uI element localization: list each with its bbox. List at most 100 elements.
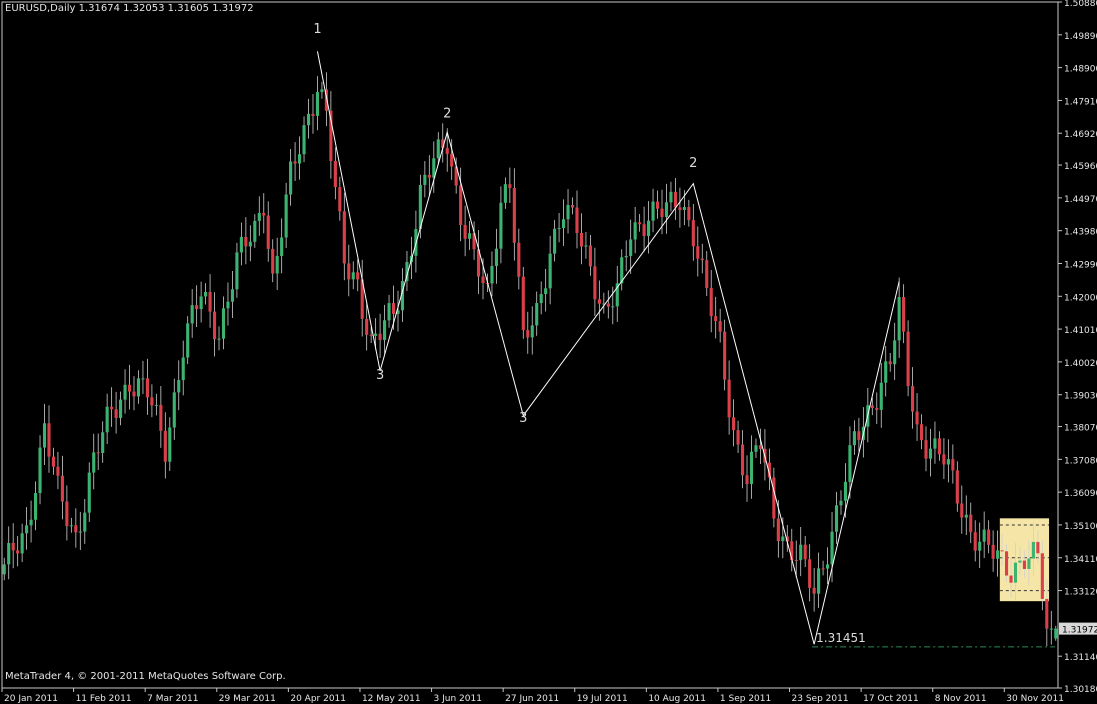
candle-body xyxy=(445,148,449,154)
wave-label: 3 xyxy=(376,368,384,383)
candle-body xyxy=(611,306,615,308)
candle-body xyxy=(687,207,691,221)
candle-body xyxy=(16,550,20,554)
candle-body xyxy=(544,288,548,295)
candlestick-chart[interactable]: 1 2 3 3 2 1.31451 1.50880 1.49890 1.48900 1.47910… xyxy=(0,0,1097,704)
candle-body xyxy=(481,276,485,284)
candle-body xyxy=(512,188,516,243)
candle-body xyxy=(38,447,42,494)
x-tick-label: 19 Jul 2011 xyxy=(577,694,628,704)
candle-body xyxy=(29,519,33,526)
candle-body xyxy=(217,338,221,340)
candle-body xyxy=(436,139,440,159)
candle-body xyxy=(230,289,235,302)
candle-body xyxy=(937,438,941,455)
candle-body xyxy=(450,153,454,167)
candle-body xyxy=(342,211,346,264)
candle-body xyxy=(351,272,355,280)
y-tick-label: 1.41010 xyxy=(1064,326,1097,336)
candle-body xyxy=(660,208,664,218)
low-annotation: 1.31451 xyxy=(816,631,866,645)
candle-body xyxy=(136,378,141,397)
candle-body xyxy=(199,296,203,310)
candle-body xyxy=(942,454,946,465)
candle-body xyxy=(499,202,503,249)
current-price-label: 1.31972 xyxy=(1062,626,1097,636)
y-tick-label: 1.50880 xyxy=(1064,0,1097,9)
candle-body xyxy=(682,207,686,210)
candle-body xyxy=(490,265,494,284)
candle-body xyxy=(101,432,105,453)
candle-body xyxy=(754,445,758,452)
candle-body xyxy=(924,440,928,459)
candle-body xyxy=(960,503,964,518)
candle-body xyxy=(647,220,651,236)
candle-body xyxy=(964,514,968,518)
y-tick-label: 1.35100 xyxy=(1064,522,1097,532)
candle-body xyxy=(347,263,351,280)
candle-body xyxy=(705,260,709,288)
candle-body xyxy=(723,331,727,380)
candle-body xyxy=(629,239,633,256)
candle-body xyxy=(521,276,525,331)
candle-body xyxy=(333,160,337,188)
candle-body xyxy=(678,207,682,210)
candle-body xyxy=(159,404,163,431)
candle-body xyxy=(105,406,109,433)
candle-body xyxy=(897,297,901,341)
candle-body xyxy=(320,89,324,93)
candle-body xyxy=(982,529,986,542)
y-tick-label: 1.46920 xyxy=(1064,130,1097,140)
candle-body xyxy=(736,430,740,445)
candle-body xyxy=(177,380,181,393)
candle-body xyxy=(669,191,673,203)
x-tick-label: 23 Sep 2011 xyxy=(792,694,849,704)
candle-body xyxy=(459,185,463,225)
candle-body xyxy=(633,222,637,240)
candle-body xyxy=(74,525,78,533)
candle-body xyxy=(642,224,646,236)
candle-body xyxy=(781,536,785,542)
candle-body xyxy=(168,427,172,462)
candle-body xyxy=(378,333,382,341)
candle-body xyxy=(951,459,955,471)
candle-body xyxy=(996,550,1000,559)
candle-body xyxy=(42,423,47,448)
candle-body xyxy=(56,466,60,476)
candle-body xyxy=(553,228,557,254)
y-tick-label: 1.36090 xyxy=(1064,489,1097,499)
candle-body xyxy=(843,481,848,501)
y-tick-label: 1.48900 xyxy=(1064,65,1097,75)
candle-body xyxy=(110,406,114,410)
x-tick-label: 30 Nov 2011 xyxy=(1006,694,1064,704)
candle-body xyxy=(1013,562,1018,583)
candle-body xyxy=(114,409,118,418)
candle-body xyxy=(1004,551,1009,576)
candle-body xyxy=(186,323,190,358)
candle-body xyxy=(745,475,749,484)
candle-body xyxy=(2,564,6,575)
candle-body xyxy=(374,333,378,336)
candle-body xyxy=(517,242,521,277)
candle-body xyxy=(248,241,252,247)
x-tick-label: 20 Jan 2011 xyxy=(4,694,58,704)
candle-body xyxy=(503,184,507,203)
candle-body xyxy=(857,431,861,440)
candle-body xyxy=(11,542,15,551)
candle-body xyxy=(812,587,816,594)
candle-body xyxy=(297,154,302,164)
candle-body xyxy=(145,378,149,398)
candle-body xyxy=(575,207,579,233)
candle-body xyxy=(579,232,584,247)
candle-body xyxy=(776,518,780,542)
candle-body xyxy=(915,411,919,425)
x-tick-label: 8 Nov 2011 xyxy=(935,694,987,704)
candle-body xyxy=(235,252,239,290)
candle-body xyxy=(624,255,628,258)
candle-body xyxy=(875,408,879,410)
candle-body xyxy=(132,391,136,397)
candle-body xyxy=(284,194,288,238)
wave-label: 2 xyxy=(443,106,451,121)
candle-body xyxy=(1022,560,1027,569)
candle-body xyxy=(655,201,660,209)
